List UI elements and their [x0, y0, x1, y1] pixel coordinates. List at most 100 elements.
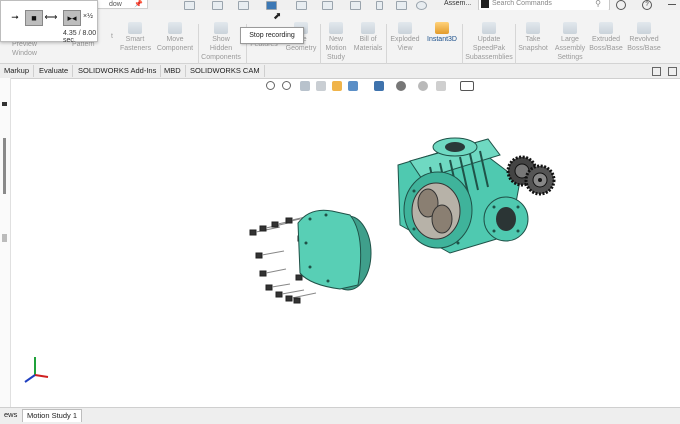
tab-mbd[interactable]: MBD — [160, 65, 186, 77]
take-snapshot-button[interactable]: Take Snapshot — [516, 22, 550, 53]
user-icon[interactable] — [616, 0, 626, 10]
exploded-view-icon — [398, 22, 412, 34]
options-icon[interactable] — [416, 1, 427, 10]
revolved-boss-button[interactable]: Revolved Boss/Base — [626, 22, 662, 53]
pump-housing[interactable] — [397, 137, 529, 254]
large-assembly-icon — [563, 22, 577, 34]
tab-evaluate[interactable]: Evaluate — [35, 65, 74, 77]
zoom-to-fit-icon[interactable] — [266, 81, 275, 90]
tab-solidworks-add-ins[interactable]: SOLIDWORKS Add-Ins — [74, 65, 162, 77]
document-tab-label: dow — [109, 1, 122, 8]
edit-appearance-icon[interactable] — [418, 81, 428, 91]
show-hidden-label: Show Hidden Components — [201, 36, 241, 61]
extruded-boss-button[interactable]: Extruded Boss/Base — [588, 22, 624, 53]
search-placeholder: Search Commands — [492, 0, 552, 7]
hide-show-icon[interactable] — [396, 81, 406, 91]
play-forward-icon[interactable]: ➞ — [7, 10, 23, 24]
rebuild-icon[interactable] — [396, 1, 407, 10]
section-view-icon[interactable] — [316, 81, 326, 91]
view-orientation-icon[interactable] — [348, 81, 358, 91]
bill-of-materials-button[interactable]: Bill of Materials — [352, 22, 384, 53]
heads-up-view-toolbar — [264, 80, 480, 94]
solidworks-logo-icon — [481, 0, 489, 8]
move-component-button[interactable]: Move Component — [154, 22, 196, 53]
tile-icon[interactable] — [652, 67, 661, 76]
assembly-file-label: Assem... — [444, 0, 472, 7]
pin-icon[interactable]: 📌 — [134, 0, 143, 9]
show-hidden-components-button[interactable]: Show Hidden Components — [198, 22, 244, 62]
undo-icon[interactable] — [296, 1, 307, 10]
panel-collapse-icon[interactable] — [2, 234, 7, 242]
bill-of-materials-icon — [361, 22, 375, 34]
ribbon-partial-preview[interactable]: Preview Window — [12, 40, 37, 58]
bolt[interactable] — [255, 250, 285, 259]
scrollbar[interactable] — [3, 138, 6, 194]
graphics-area[interactable] — [10, 95, 680, 407]
update-speedpak-icon — [482, 22, 496, 34]
apply-scene-icon[interactable] — [436, 81, 446, 91]
move-component-label: Move Component — [156, 36, 194, 52]
update-speedpak-label: Update SpeedPak Subassemblies — [465, 36, 513, 61]
coordinate-triad — [24, 357, 49, 383]
loop-icon[interactable]: ⟷ — [43, 10, 59, 24]
end-cover-plate[interactable] — [297, 209, 372, 291]
display-style-icon[interactable] — [374, 81, 384, 91]
maximize-icon[interactable] — [668, 67, 677, 76]
smart-fasteners-icon — [128, 22, 142, 34]
zoom-area-icon[interactable] — [282, 81, 291, 90]
previous-view-icon[interactable] — [300, 81, 310, 91]
expand-arrow-icon[interactable] — [2, 102, 7, 106]
select-icon[interactable] — [350, 1, 361, 10]
delete-icon[interactable] — [376, 1, 383, 10]
animation-player: ➞ ■ ⟷ ▸◂ ×½ 4.35 / 8.00 sec. — [0, 0, 98, 44]
update-speedpak-button[interactable]: Update SpeedPak Subassemblies — [464, 22, 514, 62]
save-icon[interactable] — [238, 1, 249, 10]
help-icon[interactable]: ? — [642, 0, 652, 10]
move-component-icon — [168, 22, 182, 34]
new-icon[interactable] — [184, 1, 195, 10]
stop-icon[interactable]: ■ — [25, 10, 43, 26]
open-icon[interactable] — [212, 1, 223, 10]
search-icon[interactable]: ⚲ — [595, 0, 601, 9]
instant3d-icon — [435, 22, 449, 34]
playback-time: 4.35 / 8.00 sec. — [63, 30, 97, 44]
exploded-view-button[interactable]: Exploded View — [388, 22, 422, 53]
revolved-boss-label: Revolved Boss/Base — [627, 36, 661, 52]
dynamic-annotation-icon[interactable] — [332, 81, 342, 91]
smart-fasteners-label: Smart Fasteners — [120, 36, 152, 52]
new-motion-study-button[interactable]: New Motion Study — [321, 22, 351, 62]
tab-solidworks-cam[interactable]: SOLIDWORKS CAM — [186, 65, 265, 77]
exploded-view-label: Exploded View — [390, 36, 420, 52]
instant3d-button[interactable]: Instant3D — [424, 22, 460, 44]
print-icon[interactable] — [266, 1, 277, 10]
stop-recording-tooltip: Stop recording — [240, 27, 304, 44]
large-assembly-settings-button[interactable]: Large Assembly Settings — [552, 22, 588, 62]
extruded-boss-icon — [599, 22, 613, 34]
view-settings-icon[interactable] — [460, 81, 474, 91]
minimize-icon[interactable] — [668, 4, 676, 5]
take-snapshot-icon — [526, 22, 540, 34]
document-tab[interactable]: dow 📌 — [96, 0, 148, 9]
ribbon-partial-t[interactable]: t — [111, 32, 113, 41]
tab-model-views[interactable]: ews — [0, 409, 21, 421]
tab-markup[interactable]: Markup — [0, 65, 35, 77]
bottom-tabs: ews Motion Study 1 — [0, 407, 680, 424]
reciprocate-icon[interactable]: ▸◂ — [63, 10, 81, 26]
playback-speed[interactable]: ×½ — [83, 13, 93, 20]
bolt[interactable] — [285, 292, 317, 302]
show-hidden-icon — [214, 22, 228, 34]
new-motion-study-icon — [329, 22, 343, 34]
extruded-boss-label: Extruded Boss/Base — [589, 36, 623, 52]
redo-icon[interactable] — [322, 1, 333, 10]
window-label: Window — [12, 50, 37, 57]
instant3d-label: Instant3D — [427, 36, 457, 43]
command-tabs: Markup Evaluate SOLIDWORKS Add-Ins MBD S… — [0, 64, 680, 79]
smart-fasteners-button[interactable]: Smart Fasteners — [120, 22, 152, 53]
tab-motion-study-1[interactable]: Motion Study 1 — [22, 409, 83, 422]
bolt[interactable] — [265, 283, 291, 291]
new-motion-study-label: New Motion Study — [325, 36, 347, 61]
preview-label: Preview — [12, 41, 37, 48]
bolt[interactable] — [293, 297, 301, 304]
bolt[interactable] — [259, 268, 287, 277]
geometry-label: Geometry — [285, 45, 317, 52]
